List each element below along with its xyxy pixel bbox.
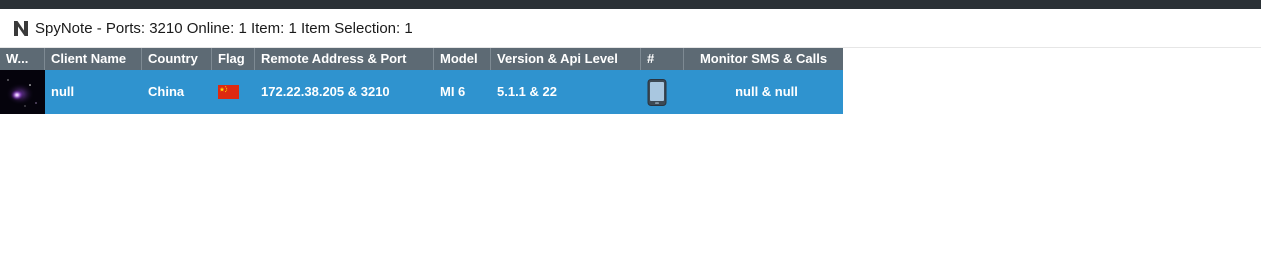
cell-version: 5.1.1 & 22 <box>497 84 557 99</box>
cell-remote-address: 172.22.38.205 & 3210 <box>261 84 390 99</box>
china-flag-icon <box>218 85 239 99</box>
column-header-remote-address[interactable]: Remote Address & Port <box>255 48 434 70</box>
cell-flag <box>212 70 255 114</box>
window-title: SpyNote - Ports: 3210 Online: 1 Item: 1 … <box>35 19 413 37</box>
cell-country: China <box>148 84 185 99</box>
column-header-wallpaper[interactable]: W... <box>0 48 45 70</box>
column-header-version[interactable]: Version & Api Level <box>491 48 641 70</box>
cell-model: MI 6 <box>440 84 466 99</box>
table-header: W... Client Name Country Flag Remote Add… <box>0 48 843 70</box>
table-row[interactable]: null China 172.22.38.205 & 3210 MI 6 5.1… <box>0 70 843 114</box>
column-header-flag[interactable]: Flag <box>212 48 255 70</box>
phone-icon <box>647 78 667 106</box>
cell-device <box>641 70 684 114</box>
cell-client-name: null <box>51 84 75 99</box>
title-bar: SpyNote - Ports: 3210 Online: 1 Item: 1 … <box>0 9 1261 48</box>
window-top-strip <box>0 0 1261 9</box>
cell-monitor: null & null <box>735 84 798 99</box>
column-header-client-name[interactable]: Client Name <box>45 48 142 70</box>
column-header-device[interactable]: # <box>641 48 684 70</box>
clients-table: W... Client Name Country Flag Remote Add… <box>0 48 843 114</box>
column-header-monitor[interactable]: Monitor SMS & Calls <box>684 48 843 70</box>
column-header-model[interactable]: Model <box>434 48 491 70</box>
wallpaper-thumbnail <box>0 70 45 114</box>
spynote-logo-icon <box>12 19 30 37</box>
column-header-country[interactable]: Country <box>142 48 212 70</box>
